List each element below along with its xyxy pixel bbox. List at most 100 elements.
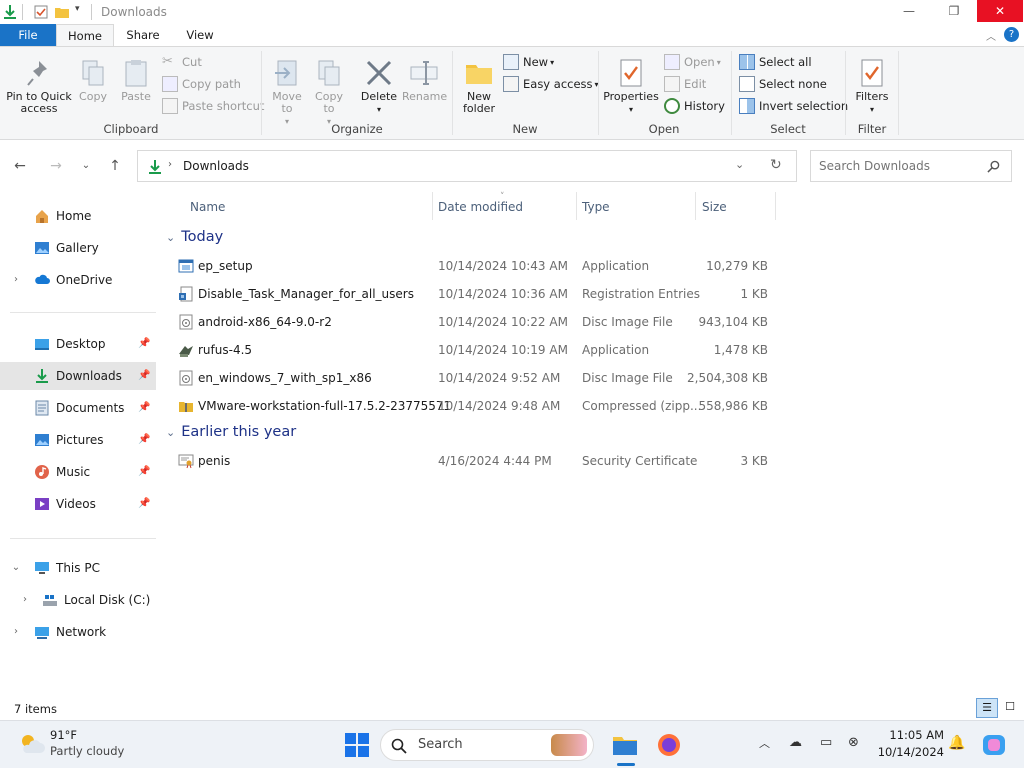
- filter-group-label: Filter: [857, 122, 887, 136]
- pin-icon[interactable]: 📌: [138, 370, 150, 382]
- file-row[interactable]: rufus-4.5 10/14/2024 10:19 AM Applicatio…: [176, 336, 776, 364]
- file-row[interactable]: penis 4/16/2024 4:44 PM Security Certifi…: [176, 447, 776, 475]
- network-status-icon[interactable]: ▭: [820, 735, 832, 750]
- file-explorer-icon[interactable]: [611, 731, 639, 759]
- column-separator[interactable]: [695, 192, 696, 220]
- group-header-today[interactable]: ⌄ Today: [166, 226, 223, 248]
- breadcrumb-chevron-icon[interactable]: ›: [168, 159, 172, 170]
- customize-quick-access-icon[interactable]: ▾: [75, 4, 80, 14]
- pin-icon[interactable]: 📌: [138, 402, 150, 414]
- column-header-date[interactable]: Date modified: [438, 200, 523, 220]
- file-row[interactable]: en_windows_7_with_sp1_x86 10/14/2024 9:5…: [176, 364, 776, 392]
- help-icon[interactable]: ?: [1004, 27, 1019, 42]
- copilot-icon[interactable]: [980, 731, 1008, 759]
- group-header-earlier-this-year[interactable]: ⌄ Earlier this year: [166, 421, 296, 443]
- tab-file[interactable]: File: [0, 24, 56, 46]
- nav-item-downloads[interactable]: Downloads 📌: [0, 362, 156, 390]
- nav-item-pictures[interactable]: Pictures 📌: [0, 426, 156, 454]
- pin-to-quick-access-button[interactable]: Pin to Quick access: [4, 57, 74, 115]
- nav-item-music[interactable]: Music 📌: [0, 458, 156, 486]
- start-icon[interactable]: [343, 731, 371, 759]
- address-dropdown-icon[interactable]: ⌄: [735, 158, 744, 171]
- copy-to-button[interactable]: Copy to ▾: [310, 57, 348, 128]
- select-all-button[interactable]: Select all: [739, 52, 812, 72]
- pin-icon[interactable]: 📌: [138, 498, 150, 510]
- nav-item-network[interactable]: Network: [0, 618, 156, 646]
- collapse-chevron-icon[interactable]: ⌄: [166, 231, 175, 244]
- properties-quick-icon[interactable]: [33, 4, 49, 20]
- nav-item-home[interactable]: Home: [0, 202, 156, 230]
- clock[interactable]: 11:05 AM 10/14/2024: [872, 728, 944, 759]
- notification-bell-icon[interactable]: 🔔: [948, 735, 965, 751]
- tab-share[interactable]: Share: [114, 24, 172, 46]
- column-separator[interactable]: [576, 192, 577, 220]
- column-header-name[interactable]: Name: [190, 200, 225, 220]
- minimize-button[interactable]: —: [886, 0, 932, 22]
- nav-item-documents[interactable]: Documents 📌: [0, 394, 156, 422]
- pin-icon[interactable]: 📌: [138, 434, 150, 446]
- address-bar[interactable]: › Downloads ⌄ ↻: [137, 150, 797, 182]
- file-row[interactable]: ep_setup 10/14/2024 10:43 AM Application…: [176, 252, 776, 280]
- ribbon: Pin to Quick access Copy Paste ✂ Cut Copy…: [0, 46, 1024, 140]
- pin-icon[interactable]: 📌: [138, 466, 150, 478]
- copy-path-button[interactable]: Copy path: [162, 74, 241, 94]
- move-to-button[interactable]: Move to ▾: [268, 57, 306, 128]
- column-separator[interactable]: [775, 192, 776, 220]
- details-view-icon[interactable]: ☰: [976, 698, 998, 718]
- nav-item-videos[interactable]: Videos 📌: [0, 490, 156, 518]
- collapse-ribbon-icon[interactable]: ︿: [986, 28, 996, 43]
- filters-button[interactable]: Filters ▾: [852, 57, 892, 116]
- large-icons-view-icon[interactable]: ☐: [1000, 698, 1020, 718]
- file-size: 2,504,308 KB: [687, 371, 768, 385]
- nav-item-local-disk[interactable]: Local Disk (C:): [0, 586, 156, 614]
- edit-button[interactable]: Edit: [664, 74, 706, 94]
- select-none-button[interactable]: Select none: [739, 74, 827, 94]
- new-folder-quick-icon[interactable]: [54, 4, 70, 20]
- nav-item-desktop[interactable]: Desktop 📌: [0, 330, 156, 358]
- rename-button[interactable]: Rename: [402, 57, 447, 103]
- breadcrumb-downloads[interactable]: Downloads: [183, 159, 249, 173]
- show-hidden-icons-icon[interactable]: ︿: [759, 735, 770, 751]
- file-row[interactable]: android-x86_64-9.0-r2 10/14/2024 10:22 A…: [176, 308, 776, 336]
- easy-access-button[interactable]: Easy access ▾: [503, 74, 599, 94]
- tab-home[interactable]: Home: [56, 24, 114, 47]
- recent-locations-chevron-icon[interactable]: ⌄: [78, 158, 94, 174]
- history-button[interactable]: History: [664, 96, 725, 116]
- tab-view[interactable]: View: [172, 24, 228, 46]
- search-box[interactable]: [810, 150, 1012, 182]
- open-button[interactable]: Open ▾: [664, 52, 721, 72]
- maximize-button[interactable]: ❐: [931, 0, 977, 22]
- file-row[interactable]: VMware-workstation-full-17.5.2-23775571 …: [176, 392, 776, 420]
- paste-shortcut-button[interactable]: Paste shortcut: [162, 96, 264, 116]
- file-row[interactable]: Disable_Task_Manager_for_all_users 10/14…: [176, 280, 776, 308]
- properties-button[interactable]: Properties ▾: [603, 57, 659, 116]
- new-folder-button[interactable]: New folder: [458, 57, 500, 115]
- close-button[interactable]: ✕: [977, 0, 1023, 22]
- onedrive-status-icon[interactable]: ☁: [789, 735, 802, 750]
- delete-button[interactable]: Delete ▾: [358, 57, 400, 116]
- taskbar-search[interactable]: Search: [380, 729, 594, 761]
- nav-item-this-pc[interactable]: This PC: [0, 554, 156, 582]
- weather-widget[interactable]: 91°F Partly cloudy: [12, 726, 172, 764]
- nav-item-gallery[interactable]: Gallery: [0, 234, 156, 262]
- up-arrow-icon[interactable]: ↑: [107, 158, 123, 174]
- copy-button[interactable]: Copy: [76, 57, 110, 103]
- pin-icon[interactable]: 📌: [138, 338, 150, 350]
- collapse-chevron-icon[interactable]: ⌄: [166, 426, 175, 439]
- firefox-icon[interactable]: [655, 731, 683, 759]
- nav-item-onedrive[interactable]: OneDrive: [0, 266, 156, 294]
- new-folder-label: New folder: [463, 90, 495, 115]
- back-arrow-icon[interactable]: ←: [12, 158, 28, 174]
- forward-arrow-icon[interactable]: →: [48, 158, 64, 174]
- paste-button[interactable]: Paste: [118, 57, 154, 103]
- column-separator[interactable]: [432, 192, 433, 220]
- column-header-type[interactable]: Type: [582, 200, 610, 220]
- invert-selection-button[interactable]: Invert selection: [739, 96, 848, 116]
- folder-icon: [466, 65, 492, 84]
- refresh-icon[interactable]: ↻: [770, 157, 782, 173]
- column-header-size[interactable]: Size: [702, 200, 727, 220]
- search-input[interactable]: [819, 157, 979, 175]
- cut-button[interactable]: ✂ Cut: [162, 52, 202, 72]
- new-item-button[interactable]: New ▾: [503, 52, 554, 72]
- volume-muted-icon[interactable]: ⊗: [848, 735, 859, 750]
